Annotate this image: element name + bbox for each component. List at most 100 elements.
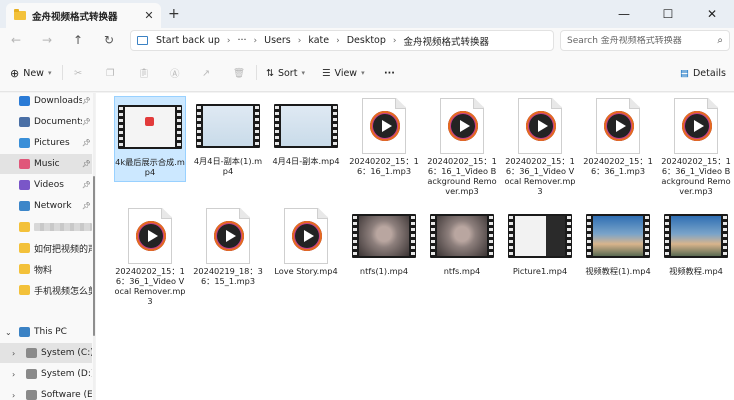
file-item[interactable]: 视频教程(1).mp4: [582, 206, 654, 276]
audio-file-icon: [206, 208, 250, 264]
rename-icon[interactable]: Ⓐ: [170, 65, 180, 81]
file-item[interactable]: 20240202_15：16：36_1_Video Background Rem…: [660, 96, 732, 196]
breadcrumb-start[interactable]: Start back up: [152, 35, 224, 46]
video-frame: [515, 216, 565, 256]
video-thumbnail-icon: [196, 104, 260, 148]
audio-file-icon: [440, 98, 484, 154]
share-icon[interactable]: ↗: [202, 65, 210, 81]
sidebar-item-documents[interactable]: Documents 📌︎: [0, 112, 92, 132]
chevron-right-icon: ›: [226, 35, 231, 46]
back-arrow-icon[interactable]: ←: [8, 32, 24, 48]
cut-icon[interactable]: ✂: [74, 65, 82, 81]
sidebar-scrollbar-thumb[interactable]: [93, 176, 95, 336]
file-item[interactable]: 4k最后展示合成.mp4: [114, 96, 186, 182]
file-item[interactable]: 4月4日-副本.mp4: [270, 96, 342, 166]
sidebar-item-drive-d[interactable]: › System (D:): [0, 364, 92, 384]
sort-button[interactable]: ⇅ Sort ▾: [266, 65, 305, 81]
view-button[interactable]: ☰ View ▾: [322, 65, 365, 81]
sidebar-item-folder[interactable]: 如何把视频的声: [0, 238, 92, 258]
file-item[interactable]: Picture1.mp4: [504, 206, 576, 276]
search-input[interactable]: [567, 35, 718, 46]
file-name: 20240219_18：36：15_1.mp3: [193, 266, 263, 286]
sidebar-item-folder[interactable]: 物料: [0, 259, 92, 279]
file-item[interactable]: ntfs(1).mp4: [348, 206, 420, 276]
file-item[interactable]: 视频教程.mp4: [660, 206, 732, 276]
new-button[interactable]: ⊕ New ▾: [10, 65, 51, 81]
folder-icon: [19, 243, 30, 253]
minimize-button[interactable]: —: [602, 0, 646, 28]
file-name: 20240202_15：16：36_1_Video Background Rem…: [661, 156, 731, 196]
breadcrumb-ellipsis[interactable]: ···: [233, 35, 250, 46]
sidebar-item-drive-e[interactable]: › Software (E:): [0, 385, 92, 400]
video-thumbnail-icon: [586, 214, 650, 258]
breadcrumb-users[interactable]: Users: [260, 35, 295, 46]
sidebar-item-videos[interactable]: Videos 📌︎: [0, 175, 92, 195]
video-frame: [203, 106, 253, 146]
file-name: 20240202_15：16：36_1_Video Vocal Remover.…: [114, 266, 186, 306]
sidebar-item-label: Downloads: [34, 96, 82, 106]
chevron-right-icon[interactable]: ›: [12, 349, 15, 358]
up-arrow-icon[interactable]: ↑: [70, 32, 86, 48]
play-icon: [292, 221, 322, 251]
more-options-button[interactable]: ···: [384, 65, 395, 81]
sidebar-item-this-pc[interactable]: ⌄ This PC: [0, 322, 92, 342]
chevron-down-icon[interactable]: ⌄: [5, 328, 12, 337]
paste-icon[interactable]: 📋︎: [138, 65, 150, 81]
file-item[interactable]: 20240219_18：36：15_1.mp3: [192, 206, 264, 286]
file-item[interactable]: 20240202_15：16：36_1.mp3: [582, 96, 654, 176]
file-item[interactable]: 20240202_15：16：36_1_Video Vocal Remover.…: [114, 206, 186, 306]
details-button-label: Details: [692, 67, 726, 79]
network-icon: [19, 201, 30, 211]
sidebar-item-music[interactable]: Music 📌︎: [0, 154, 92, 174]
chevron-right-icon: ›: [297, 35, 302, 46]
audio-file-icon: [518, 98, 562, 154]
sidebar-item-downloads[interactable]: Downloads 📌︎: [0, 91, 92, 111]
navigation-pane: Downloads 📌︎ Documents 📌︎ Pictures 📌︎ Mu…: [0, 93, 95, 400]
sidebar-item-label: Music: [34, 159, 60, 169]
file-item[interactable]: Love Story.mp4: [270, 206, 342, 276]
file-item[interactable]: 4月4日-副本(1).mp4: [192, 96, 264, 176]
search-box[interactable]: ⌕: [560, 30, 730, 51]
refresh-icon[interactable]: ↻: [101, 32, 117, 48]
address-bar[interactable]: Start back up › ··· › Users › kate › Des…: [130, 30, 554, 51]
play-icon: [682, 111, 712, 141]
delete-icon[interactable]: 🗑︎: [233, 65, 245, 81]
file-item[interactable]: 20240202_15：16：36_1_Video Vocal Remover.…: [504, 96, 576, 196]
folder-icon: [14, 9, 26, 20]
file-thumbnail: [674, 96, 718, 156]
tab-current[interactable]: 金舟视频格式转换器 ✕: [6, 3, 161, 28]
forward-arrow-icon[interactable]: →: [39, 32, 55, 48]
documents-icon: [19, 117, 30, 127]
file-item[interactable]: 20240202_15：16：16_1_Video Background Rem…: [426, 96, 498, 196]
chevron-right-icon[interactable]: ›: [12, 370, 15, 379]
command-bar: ⊕ New ▾ ✂ ❐ 📋︎ Ⓐ ↗ 🗑︎ ⇅ Sort ▾ ☰ View ▾ …: [0, 52, 734, 92]
file-thumbnail: [284, 206, 328, 266]
chevron-right-icon[interactable]: ›: [12, 391, 15, 400]
chevron-right-icon: ›: [336, 35, 340, 46]
sort-icon: ⇅: [266, 67, 274, 79]
play-icon: [136, 221, 166, 251]
view-icon: ☰: [322, 67, 331, 79]
file-thumbnail: [196, 96, 260, 156]
file-item[interactable]: 20240202_15：16：16_1.mp3: [348, 96, 420, 176]
pin-icon: 📌︎: [82, 118, 91, 126]
sidebar-item-redacted[interactable]: [0, 217, 92, 237]
breadcrumb-desktop[interactable]: Desktop: [343, 35, 390, 46]
sidebar-item-pictures[interactable]: Pictures 📌︎: [0, 133, 92, 153]
new-tab-button[interactable]: +: [168, 6, 180, 22]
sidebar-item-folder[interactable]: 手机视频怎么剪: [0, 280, 92, 300]
tab-close-button[interactable]: ✕: [141, 9, 157, 22]
close-button[interactable]: ✕: [690, 0, 734, 28]
sidebar-item-drive-c[interactable]: › System (C:): [0, 343, 92, 363]
details-button[interactable]: ▤ Details: [680, 65, 726, 81]
file-name: 20240202_15：16：16_1_Video Background Rem…: [427, 156, 497, 196]
file-item[interactable]: ntfs.mp4: [426, 206, 498, 276]
copy-icon[interactable]: ❐: [106, 65, 115, 81]
file-name: 4k最后展示合成.mp4: [115, 157, 185, 177]
breadcrumb-current-folder[interactable]: 金舟视频格式转换器: [400, 34, 494, 48]
breadcrumb-kate[interactable]: kate: [304, 35, 333, 46]
sidebar-item-network[interactable]: Network 📌︎: [0, 196, 92, 216]
chevron-right-icon: ›: [253, 35, 258, 46]
file-thumbnail: [586, 206, 650, 266]
maximize-button[interactable]: ☐: [646, 0, 690, 28]
